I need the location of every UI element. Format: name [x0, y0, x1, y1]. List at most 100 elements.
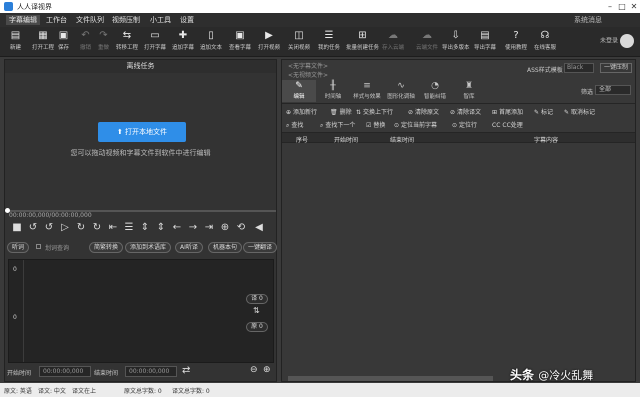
- replace-icon: ☑: [366, 122, 372, 129]
- locate-line-button[interactable]: ⊙ 定位行: [452, 120, 477, 129]
- jump-back-icon[interactable]: ←: [171, 222, 183, 234]
- toolbar-button-support[interactable]: ☊ 在线客服: [534, 30, 556, 51]
- open-local-file-button[interactable]: ⬆ 打开本地文件: [98, 122, 186, 142]
- tab-library[interactable]: ♜ 智库: [452, 80, 486, 102]
- menu-subtitle-edit[interactable]: 字幕编辑: [6, 15, 40, 25]
- end-time-field[interactable]: 00:00:00,000: [125, 366, 177, 377]
- filter-select[interactable]: 全部: [595, 85, 631, 95]
- auto-listen-checkbox[interactable]: [36, 244, 41, 249]
- back-icon[interactable]: ↺: [43, 222, 55, 234]
- menu-tools[interactable]: 小工具: [150, 15, 171, 25]
- toolbar-button-export-subtitle[interactable]: ▤ 导出字幕: [474, 30, 496, 51]
- one-click-translate-button[interactable]: 一键翻译: [243, 242, 278, 253]
- waveform-area[interactable]: 0 0 译 0 原 0 ⇅: [8, 259, 274, 363]
- close-icon[interactable]: ✕: [628, 1, 640, 12]
- tab-timeline[interactable]: ╫ 时间轴: [316, 80, 350, 102]
- start-time-field[interactable]: 00:00:00,000: [39, 366, 91, 377]
- mark-button[interactable]: ✎ 标记: [534, 107, 553, 116]
- maximize-icon[interactable]: □: [616, 1, 628, 12]
- volume-icon[interactable]: ◀: [253, 222, 265, 234]
- one-key-compress-button[interactable]: 一键压制: [600, 63, 632, 73]
- locate-current-button[interactable]: ⊙ 定位当前字幕: [394, 120, 437, 129]
- fast-forward-icon[interactable]: ↻: [91, 222, 103, 234]
- avatar[interactable]: [620, 34, 634, 48]
- delete-button[interactable]: 🗑 删除: [330, 107, 352, 116]
- toolbar-button-batch-task[interactable]: ⊞ 批量创建任务: [346, 30, 379, 51]
- tab-graph[interactable]: ∿ 图形化调轴: [384, 80, 418, 102]
- merge-icon[interactable]: ⇕: [155, 222, 167, 234]
- add-term-button[interactable]: 添加到术语库: [125, 242, 172, 253]
- target-icon[interactable]: ⊕: [219, 222, 231, 234]
- toolbar-button-append-subtitle[interactable]: ✚ 追加字幕: [172, 30, 194, 51]
- tab-label: 图形化调轴: [387, 94, 415, 100]
- align-icon[interactable]: ☰: [123, 222, 135, 234]
- tab-style[interactable]: ≡ 样式与效果: [350, 80, 384, 102]
- cc-process-button[interactable]: CC CC处理: [492, 120, 523, 129]
- toolbar-button-view-subtitle[interactable]: ▣ 查看字幕: [229, 30, 251, 51]
- toolbar-button-save[interactable]: ▣ 保存: [58, 30, 69, 51]
- wave-zero-top: 0: [13, 266, 17, 273]
- replace-button[interactable]: ☑ 替换: [366, 120, 385, 129]
- toolbar-button-open-subtitle[interactable]: ▭ 打开字幕: [144, 30, 166, 51]
- menu-video-compress[interactable]: 视频压制: [112, 15, 140, 25]
- toolbar-button-undo[interactable]: ↶ 撤销: [80, 30, 91, 51]
- jump-forward-icon[interactable]: →: [187, 222, 199, 234]
- target-language: 译文: 中文: [38, 388, 66, 395]
- rewind-icon[interactable]: ↺: [27, 222, 39, 234]
- toolbar-button-append-text[interactable]: ▯ 追加文本: [200, 30, 222, 51]
- set-start-icon[interactable]: ⇤: [107, 222, 119, 234]
- toolbar-button-my-tasks[interactable]: ☰ 我的任务: [318, 30, 340, 51]
- convert-button[interactable]: 简繁转换: [89, 242, 124, 253]
- prev-icon[interactable]: ⊖: [250, 365, 258, 375]
- toolbar-button-open-project[interactable]: ▦ 打开工程: [32, 30, 54, 51]
- waveform-axis: [23, 260, 24, 362]
- clear-source-button[interactable]: ⊘ 清除原文: [408, 107, 439, 116]
- ai-listen-button[interactable]: AI听译: [175, 242, 203, 253]
- split-icon[interactable]: ⇕: [139, 222, 151, 234]
- toolbar-button-export-multi[interactable]: ⇩ 导出多版本: [442, 30, 470, 51]
- stop-icon[interactable]: ■: [11, 222, 23, 234]
- toolbar-button-redo[interactable]: ↷ 重做: [98, 30, 109, 51]
- tab-smart-fix[interactable]: ◔ 智能纠错: [418, 80, 452, 102]
- tab-edit[interactable]: ✎ 编辑: [282, 80, 316, 102]
- open-project-icon: ▦: [38, 30, 48, 41]
- toolbar-button-new[interactable]: ▤ 新建: [10, 30, 21, 51]
- find-button[interactable]: ⌕ 查找: [286, 120, 303, 130]
- jump-end-icon[interactable]: ⇥: [203, 222, 215, 234]
- swap-icon[interactable]: ⇅: [253, 306, 260, 315]
- login-status[interactable]: 未登录: [600, 34, 634, 48]
- toolbar-button-open-video[interactable]: ▶ 打开视频: [258, 30, 280, 51]
- ass-template-select[interactable]: Black: [564, 63, 594, 73]
- find-next-icon: ⌕: [320, 122, 324, 129]
- menu-workbench[interactable]: 工作台: [46, 15, 67, 25]
- action-label: 定位当前字幕: [401, 122, 438, 129]
- next-icon[interactable]: ⊕: [263, 365, 271, 375]
- find-next-button[interactable]: ⌕ 查找下一个: [320, 120, 355, 130]
- add-row-button[interactable]: ⊕ 添加新行: [286, 107, 317, 116]
- minimize-icon[interactable]: –: [604, 1, 616, 12]
- menu-file-queue[interactable]: 文件队列: [76, 15, 104, 25]
- swap-time-icon[interactable]: ⇄: [182, 365, 190, 376]
- save-icon: ▣: [58, 30, 69, 41]
- unmark-button[interactable]: ✎ 取消标记: [564, 107, 595, 116]
- swap-rows-button[interactable]: ⇅ 交换上下行: [356, 107, 393, 116]
- system-message-link[interactable]: 系统消息: [574, 15, 602, 25]
- machine-proofread-button[interactable]: 机器本句: [208, 242, 243, 253]
- add-head-tail-button[interactable]: ⊞ 首尾添加: [492, 107, 523, 116]
- toolbar-button-transfer[interactable]: ⇆ 转移工程: [116, 30, 138, 51]
- toolbar-label: 新建: [10, 45, 22, 51]
- play-icon[interactable]: ▷: [59, 222, 71, 234]
- offline-tasks-header: 离线任务: [5, 60, 276, 73]
- toolbar-button-tutorial[interactable]: ? 使用教程: [505, 30, 527, 51]
- toolbar-button-cloud-files[interactable]: ☁ 云端文件: [416, 30, 438, 51]
- action-label: 查找下一个: [325, 122, 356, 129]
- toolbar-button-cloud-save[interactable]: ☁ 存入云端: [382, 30, 404, 51]
- clear-target-button[interactable]: ⊘ 清除译文: [450, 107, 481, 116]
- menu-settings[interactable]: 设置: [180, 15, 194, 25]
- horizontal-scrollbar[interactable]: [288, 376, 493, 381]
- listen-button[interactable]: 听词: [7, 242, 30, 253]
- forward-icon[interactable]: ↻: [75, 222, 87, 234]
- redo-icon: ↷: [99, 30, 108, 41]
- reset-icon[interactable]: ⟲: [235, 222, 247, 234]
- toolbar-button-close-video[interactable]: ◫ 关闭视频: [288, 30, 310, 51]
